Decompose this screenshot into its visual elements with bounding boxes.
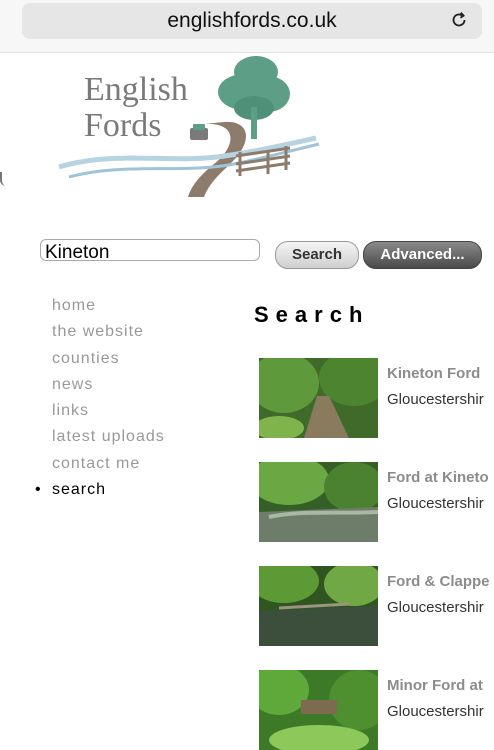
edge-mark (0, 172, 6, 186)
nav-item-latest-uploads[interactable]: latest uploads (52, 427, 165, 453)
browser-toolbar: englishfords.co.uk (0, 0, 494, 53)
search-result[interactable]: Ford & Clappe Gloucestershir (259, 566, 494, 646)
car-icon (190, 124, 208, 140)
nav-item-contact-me[interactable]: contact me (52, 454, 165, 480)
result-title[interactable]: Ford at Kineto (387, 469, 489, 486)
result-county: Gloucestershir (387, 391, 484, 408)
side-nav: home the website counties news links lat… (35, 296, 165, 506)
search-input[interactable]: Kineton (40, 239, 260, 261)
reload-icon[interactable] (448, 9, 470, 31)
logo-line2: Fords (84, 107, 161, 144)
result-county: Gloucestershir (387, 495, 484, 512)
nav-item-the-website[interactable]: the website (52, 322, 165, 348)
site-logo[interactable]: English Fords (54, 52, 324, 202)
result-county: Gloucestershir (387, 703, 484, 720)
result-county: Gloucestershir (387, 599, 484, 616)
nav-item-home[interactable]: home (52, 296, 165, 322)
result-title[interactable]: Minor Ford at (387, 677, 483, 694)
logo-line1: English (84, 71, 188, 108)
result-title[interactable]: Ford & Clappe (387, 573, 490, 590)
page-title: Search (254, 302, 370, 327)
search-button[interactable]: Search (275, 241, 359, 269)
search-result[interactable]: Ford at Kineto Gloucestershir (259, 462, 494, 542)
result-thumbnail[interactable] (259, 358, 378, 438)
nav-item-counties[interactable]: counties (52, 349, 165, 375)
result-title[interactable]: Kineton Ford (387, 365, 480, 382)
address-bar[interactable]: englishfords.co.uk (22, 3, 482, 39)
search-result[interactable]: Minor Ford at Gloucestershir (259, 670, 494, 750)
nav-item-news[interactable]: news (52, 375, 165, 401)
nav-item-search[interactable]: search (35, 480, 165, 506)
search-result[interactable]: Kineton Ford Gloucestershir (259, 358, 494, 438)
advanced-search-button[interactable]: Advanced... (363, 241, 482, 269)
result-thumbnail[interactable] (259, 462, 378, 542)
result-thumbnail[interactable] (259, 670, 378, 750)
url-text[interactable]: englishfords.co.uk (22, 9, 482, 33)
nav-item-links[interactable]: links (52, 401, 165, 427)
result-thumbnail[interactable] (259, 566, 378, 646)
